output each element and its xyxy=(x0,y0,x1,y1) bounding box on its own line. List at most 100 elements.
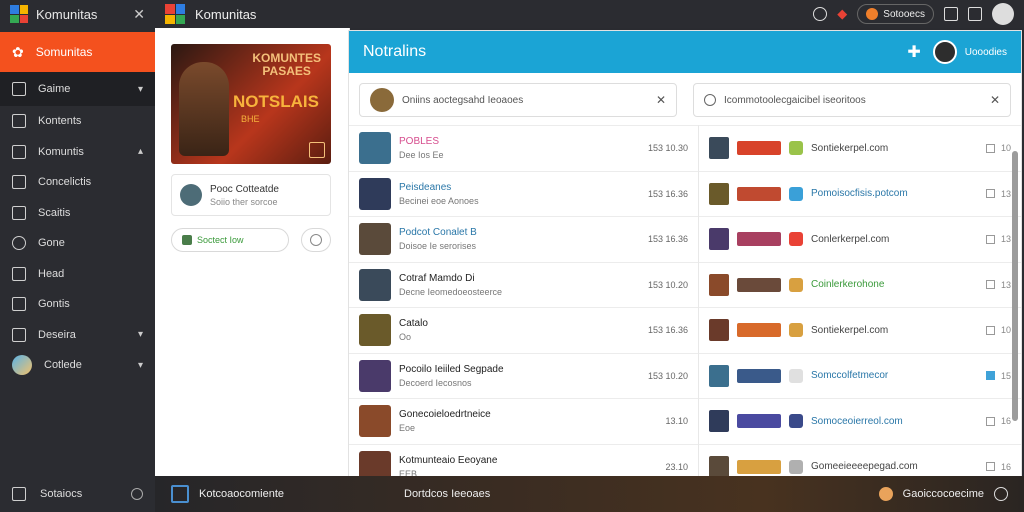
sidebar-footer[interactable]: Sotaiocs xyxy=(0,476,155,512)
checkbox[interactable] xyxy=(985,234,995,244)
banner-thumbnail xyxy=(737,277,781,292)
top-bar: Komunitas ◆ Sotooecs xyxy=(155,0,1024,28)
chevron-icon[interactable]: ▾ xyxy=(138,84,143,95)
lock-icon xyxy=(12,297,26,312)
row-count: 10 xyxy=(1000,325,1011,336)
scrollbar[interactable] xyxy=(1012,151,1018,421)
table-row[interactable]: Peisdeanes Becinei eoe Aonoes 153 16.36 xyxy=(349,170,698,217)
row-site[interactable]: Gomeeieeeepegad.com xyxy=(811,461,918,472)
bottom-left-label: Kotcoaocomiente xyxy=(199,488,284,500)
checkbox[interactable] xyxy=(985,325,995,335)
window-icon[interactable] xyxy=(968,7,982,21)
sidebar-item-label: Head xyxy=(38,267,65,280)
sidebar-item[interactable]: Concelictis xyxy=(0,167,155,198)
circle-icon[interactable] xyxy=(131,488,143,500)
table-row[interactable]: Pomoisocfisis.potcom 13 xyxy=(699,170,1021,217)
pen-icon xyxy=(12,144,26,159)
table-row[interactable]: Coinlerkerohone 13 xyxy=(699,261,1021,308)
row-title: POBLES xyxy=(399,136,440,148)
row-site[interactable]: Coinlerkerohone xyxy=(811,279,884,290)
checkbox[interactable] xyxy=(985,371,995,381)
table-row[interactable]: Somoceoierreol.com 16 xyxy=(699,398,1021,444)
table-row[interactable]: Catalo Oo 153 16.36 xyxy=(349,307,698,353)
toolbox-icon xyxy=(12,205,26,220)
table-row[interactable]: Pocoilo Ieiiled Segpade Decoerd Iecosnos 1… xyxy=(349,352,698,399)
row-site[interactable]: Somoceoierreol.com xyxy=(811,416,903,427)
banner-big-text: NOTSLAIS xyxy=(233,92,319,111)
table-row[interactable]: Cotraf Mamdo Di Decne Ieomedoeosteerce 153… xyxy=(349,261,698,308)
table-row[interactable]: Sontiekerpel.com 10 xyxy=(699,125,1021,171)
history-button[interactable] xyxy=(301,228,331,252)
checkbox[interactable] xyxy=(985,189,995,199)
checkbox[interactable] xyxy=(985,280,995,290)
thumbnail xyxy=(359,405,391,438)
table-row[interactable]: Conlerkerpel.com 13 xyxy=(699,216,1021,262)
table-row[interactable]: Sontiekerpel.com 10 xyxy=(699,307,1021,353)
row-count: 13 xyxy=(1000,188,1011,199)
account-pill[interactable]: Sotooecs xyxy=(857,4,934,24)
circle-icon[interactable] xyxy=(994,487,1008,501)
banner-thumbnail xyxy=(737,414,781,429)
chevron-icon[interactable]: ▴ xyxy=(138,146,143,157)
table-row[interactable]: Podcot Conalet B Doisoe Ie serorises 153 1… xyxy=(349,216,698,262)
featured-game-banner[interactable]: KOMUNTES PASAES NOTSLAIS BHE xyxy=(171,44,331,164)
checkbox[interactable] xyxy=(985,416,995,426)
row-subtitle: Doisoe Ie serorises xyxy=(399,241,477,252)
checkbox[interactable] xyxy=(985,143,995,153)
banner-thumbnail xyxy=(737,368,781,383)
row-site[interactable]: Conlerkerpel.com xyxy=(811,234,889,245)
avatar xyxy=(370,88,394,112)
search-icon[interactable] xyxy=(813,7,828,21)
search-input-left[interactable]: Oniins aoctegsahd Ieoaoes ✕ xyxy=(359,83,677,117)
chevron-icon[interactable]: ▾ xyxy=(138,360,143,371)
table-row[interactable]: Somccolfetmecor 15 xyxy=(699,352,1021,399)
sidebar-item-active[interactable]: ✿ Somunitas xyxy=(0,32,155,72)
sidebar-item[interactable]: Kontents xyxy=(0,106,155,137)
feature-panel: KOMUNTES PASAES NOTSLAIS BHE Pooc Cottea… xyxy=(155,28,350,476)
sidebar-item[interactable]: Komuntis ▴ xyxy=(0,137,155,168)
sidebar-item[interactable]: Gontis xyxy=(0,289,155,320)
site-icon xyxy=(789,414,803,429)
bottom-bar: Kotcoaocomiente Dortdcos Ieeoaes Gaoicco… xyxy=(155,476,1024,512)
banner-thumbnail xyxy=(737,232,781,247)
search-right-text: Icommotoolecgaicibel iseoritoos xyxy=(724,94,866,106)
search-input-right[interactable]: Icommotoolecgaicibel iseoritoos ✕ xyxy=(693,83,1011,117)
row-site[interactable]: Sontiekerpel.com xyxy=(811,325,888,336)
row-site[interactable]: Pomoisocfisis.potcom xyxy=(811,188,908,199)
row-site[interactable]: Somccolfetmecor xyxy=(811,370,888,381)
chevron-icon[interactable]: ▾ xyxy=(138,329,143,340)
user-avatar[interactable] xyxy=(992,3,1014,25)
row-title: Gonecoieloedrtneice xyxy=(399,409,491,421)
profile-name: Pooc Cotteatde xyxy=(210,183,279,195)
banner-thumbnail xyxy=(737,186,781,201)
file-icon[interactable] xyxy=(171,485,189,503)
profile-card[interactable]: Pooc Cotteatde Soiio ther sorcoe xyxy=(171,174,331,216)
close-icon[interactable]: ✕ xyxy=(990,93,1000,107)
sidebar-item[interactable]: Gone xyxy=(0,228,155,259)
sidebar-item[interactable]: Cotlede ▾ xyxy=(0,350,155,381)
row-time: 23.10 xyxy=(665,461,688,472)
puzzle-icon[interactable]: ✚ xyxy=(907,42,920,62)
close-icon[interactable]: ✕ xyxy=(656,93,666,107)
community-icon: ✿ xyxy=(12,43,24,60)
sidebar-item[interactable]: Deseira ▾ xyxy=(0,320,155,351)
checkbox[interactable] xyxy=(985,462,995,472)
sidebar-item[interactable]: Gaime ▾ xyxy=(0,72,155,106)
site-icon xyxy=(789,186,803,201)
notification-icon[interactable]: ◆ xyxy=(837,6,847,22)
site-icon xyxy=(789,323,803,338)
user-avatar[interactable] xyxy=(932,40,957,64)
gear-icon[interactable] xyxy=(878,487,893,501)
table-row[interactable]: Gonecoieloedrtneice Eoe 13.10 xyxy=(349,398,698,444)
menu-icon[interactable] xyxy=(944,7,958,21)
account-pill-label: Sotooecs xyxy=(883,8,925,20)
select-button[interactable]: Soctect Iow xyxy=(171,228,289,252)
site-icon xyxy=(789,141,803,156)
row-site[interactable]: Sontiekerpel.com xyxy=(811,143,888,154)
sidebar-item[interactable]: Head xyxy=(0,259,155,290)
close-icon[interactable]: ✕ xyxy=(133,6,145,23)
table-row[interactable]: POBLES Dee Ios Ee 153 10.30 xyxy=(349,125,698,171)
row-count: 13 xyxy=(1000,279,1011,290)
sidebar-item[interactable]: Scaitis xyxy=(0,198,155,229)
notification-list-left: POBLES Dee Ios Ee 153 10.30 Peisdeanes Becin… xyxy=(349,125,699,485)
